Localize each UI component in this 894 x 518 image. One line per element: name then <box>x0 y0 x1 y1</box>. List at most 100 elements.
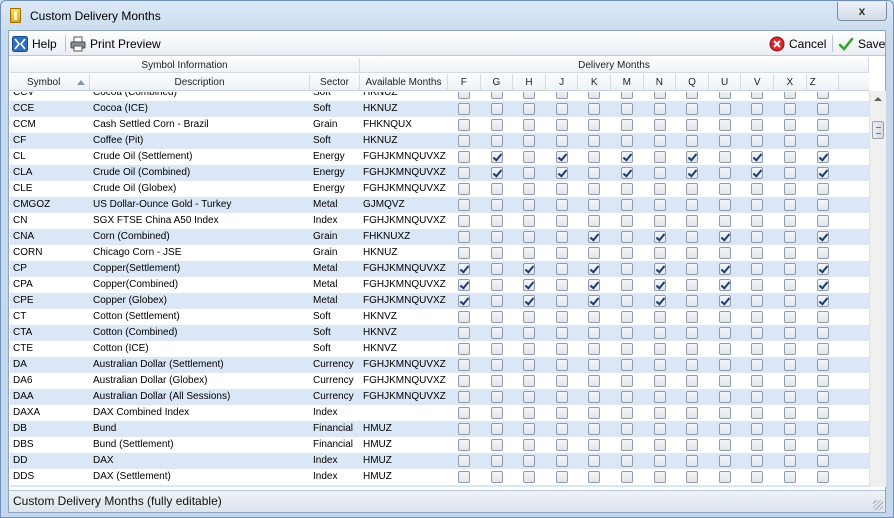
month-checkbox-k[interactable] <box>588 439 601 451</box>
month-checkbox-u[interactable] <box>718 151 731 163</box>
month-checkbox-n[interactable] <box>653 407 666 419</box>
month-checkbox-g[interactable] <box>490 359 503 371</box>
month-checkbox-j[interactable] <box>555 311 568 323</box>
column-header-description[interactable]: Description <box>90 74 310 90</box>
table-row[interactable]: CPA Copper(Combined) Metal FGHJKMNQUVXZ <box>10 277 869 293</box>
month-checkbox-j[interactable] <box>555 215 568 227</box>
month-checkbox-j[interactable] <box>555 359 568 371</box>
month-checkbox-f[interactable] <box>458 295 470 307</box>
month-checkbox-g[interactable] <box>490 215 503 227</box>
month-checkbox-q[interactable] <box>686 375 699 387</box>
month-checkbox-g[interactable] <box>490 391 503 403</box>
month-checkbox-v[interactable] <box>751 391 764 403</box>
month-checkbox-v[interactable] <box>751 295 764 307</box>
month-checkbox-k[interactable] <box>588 135 601 147</box>
month-checkbox-g[interactable] <box>490 279 503 291</box>
month-checkbox-u[interactable] <box>718 359 731 371</box>
month-checkbox-v[interactable] <box>751 247 764 259</box>
column-header-month-n[interactable]: N <box>644 74 677 90</box>
scroll-up-icon[interactable] <box>874 97 882 101</box>
month-checkbox-x[interactable] <box>784 295 796 307</box>
column-header-month-j[interactable]: J <box>546 74 579 90</box>
month-checkbox-j[interactable] <box>555 231 568 243</box>
month-checkbox-u[interactable] <box>718 103 731 115</box>
month-checkbox-m[interactable] <box>621 151 633 163</box>
month-checkbox-f[interactable] <box>458 119 470 131</box>
month-checkbox-g[interactable] <box>490 407 503 419</box>
table-row[interactable]: DD DAX Index HMUZ <box>10 453 869 469</box>
month-checkbox-q[interactable] <box>686 92 699 99</box>
month-checkbox-h[interactable] <box>523 359 536 371</box>
month-checkbox-n[interactable] <box>653 247 666 259</box>
month-checkbox-q[interactable] <box>686 391 699 403</box>
table-row[interactable]: DDS DAX (Settlement) Index HMUZ <box>10 469 869 485</box>
month-checkbox-n[interactable] <box>653 311 666 323</box>
month-checkbox-g[interactable] <box>490 295 503 307</box>
month-checkbox-z[interactable] <box>816 103 829 115</box>
month-checkbox-v[interactable] <box>751 311 764 323</box>
month-checkbox-j[interactable] <box>555 423 568 435</box>
month-checkbox-k[interactable] <box>588 199 601 211</box>
month-checkbox-x[interactable] <box>784 407 796 419</box>
month-checkbox-h[interactable] <box>523 263 536 275</box>
month-checkbox-q[interactable] <box>686 311 699 323</box>
month-checkbox-h[interactable] <box>523 407 536 419</box>
month-checkbox-k[interactable] <box>588 263 601 275</box>
month-checkbox-m[interactable] <box>621 407 633 419</box>
month-checkbox-k[interactable] <box>588 407 601 419</box>
month-checkbox-v[interactable] <box>751 439 764 451</box>
month-checkbox-h[interactable] <box>523 92 536 99</box>
month-checkbox-z[interactable] <box>816 359 829 371</box>
month-checkbox-f[interactable] <box>458 311 470 323</box>
month-checkbox-q[interactable] <box>686 103 699 115</box>
month-checkbox-q[interactable] <box>686 407 699 419</box>
month-checkbox-h[interactable] <box>523 295 536 307</box>
month-checkbox-k[interactable] <box>588 279 601 291</box>
column-header-month-h[interactable]: H <box>513 74 546 90</box>
month-checkbox-g[interactable] <box>490 167 503 179</box>
month-checkbox-h[interactable] <box>523 215 536 227</box>
month-checkbox-q[interactable] <box>686 247 699 259</box>
month-checkbox-h[interactable] <box>523 343 536 355</box>
month-checkbox-k[interactable] <box>588 423 601 435</box>
month-checkbox-f[interactable] <box>458 103 470 115</box>
month-checkbox-n[interactable] <box>653 92 666 99</box>
month-checkbox-x[interactable] <box>784 471 796 483</box>
month-checkbox-h[interactable] <box>523 423 536 435</box>
month-checkbox-g[interactable] <box>490 135 503 147</box>
month-checkbox-z[interactable] <box>816 439 829 451</box>
month-checkbox-k[interactable] <box>588 92 601 99</box>
month-checkbox-f[interactable] <box>458 231 470 243</box>
table-row[interactable]: DA6 Australian Dollar (Globex) Currency FGH… <box>10 373 869 389</box>
month-checkbox-n[interactable] <box>653 135 666 147</box>
month-checkbox-h[interactable] <box>523 183 536 195</box>
month-checkbox-v[interactable] <box>751 279 764 291</box>
month-checkbox-j[interactable] <box>555 375 568 387</box>
month-checkbox-z[interactable] <box>816 135 829 147</box>
month-checkbox-z[interactable] <box>816 183 829 195</box>
month-checkbox-q[interactable] <box>686 327 699 339</box>
table-row[interactable]: DAXA DAX Combined Index Index <box>10 405 869 421</box>
month-checkbox-x[interactable] <box>784 343 796 355</box>
month-checkbox-j[interactable] <box>555 247 568 259</box>
month-checkbox-k[interactable] <box>588 311 601 323</box>
month-checkbox-f[interactable] <box>458 423 470 435</box>
month-checkbox-m[interactable] <box>621 119 633 131</box>
table-row[interactable]: CLE Crude Oil (Globex) Energy FGHJKMNQUVXZ <box>10 181 869 197</box>
month-checkbox-z[interactable] <box>816 327 829 339</box>
month-checkbox-v[interactable] <box>751 327 764 339</box>
column-header-available-months[interactable]: Available Months <box>360 74 448 90</box>
month-checkbox-f[interactable] <box>458 343 470 355</box>
month-checkbox-n[interactable] <box>653 279 666 291</box>
month-checkbox-j[interactable] <box>555 92 568 99</box>
month-checkbox-n[interactable] <box>653 423 666 435</box>
month-checkbox-q[interactable] <box>686 439 699 451</box>
help-button[interactable]: Help <box>12 35 57 52</box>
month-checkbox-z[interactable] <box>816 215 829 227</box>
month-checkbox-z[interactable] <box>816 455 829 467</box>
month-checkbox-z[interactable] <box>816 119 829 131</box>
month-checkbox-g[interactable] <box>490 471 503 483</box>
month-checkbox-x[interactable] <box>784 167 796 179</box>
table-row[interactable]: DB Bund Financial HMUZ <box>10 421 869 437</box>
month-checkbox-f[interactable] <box>458 215 470 227</box>
